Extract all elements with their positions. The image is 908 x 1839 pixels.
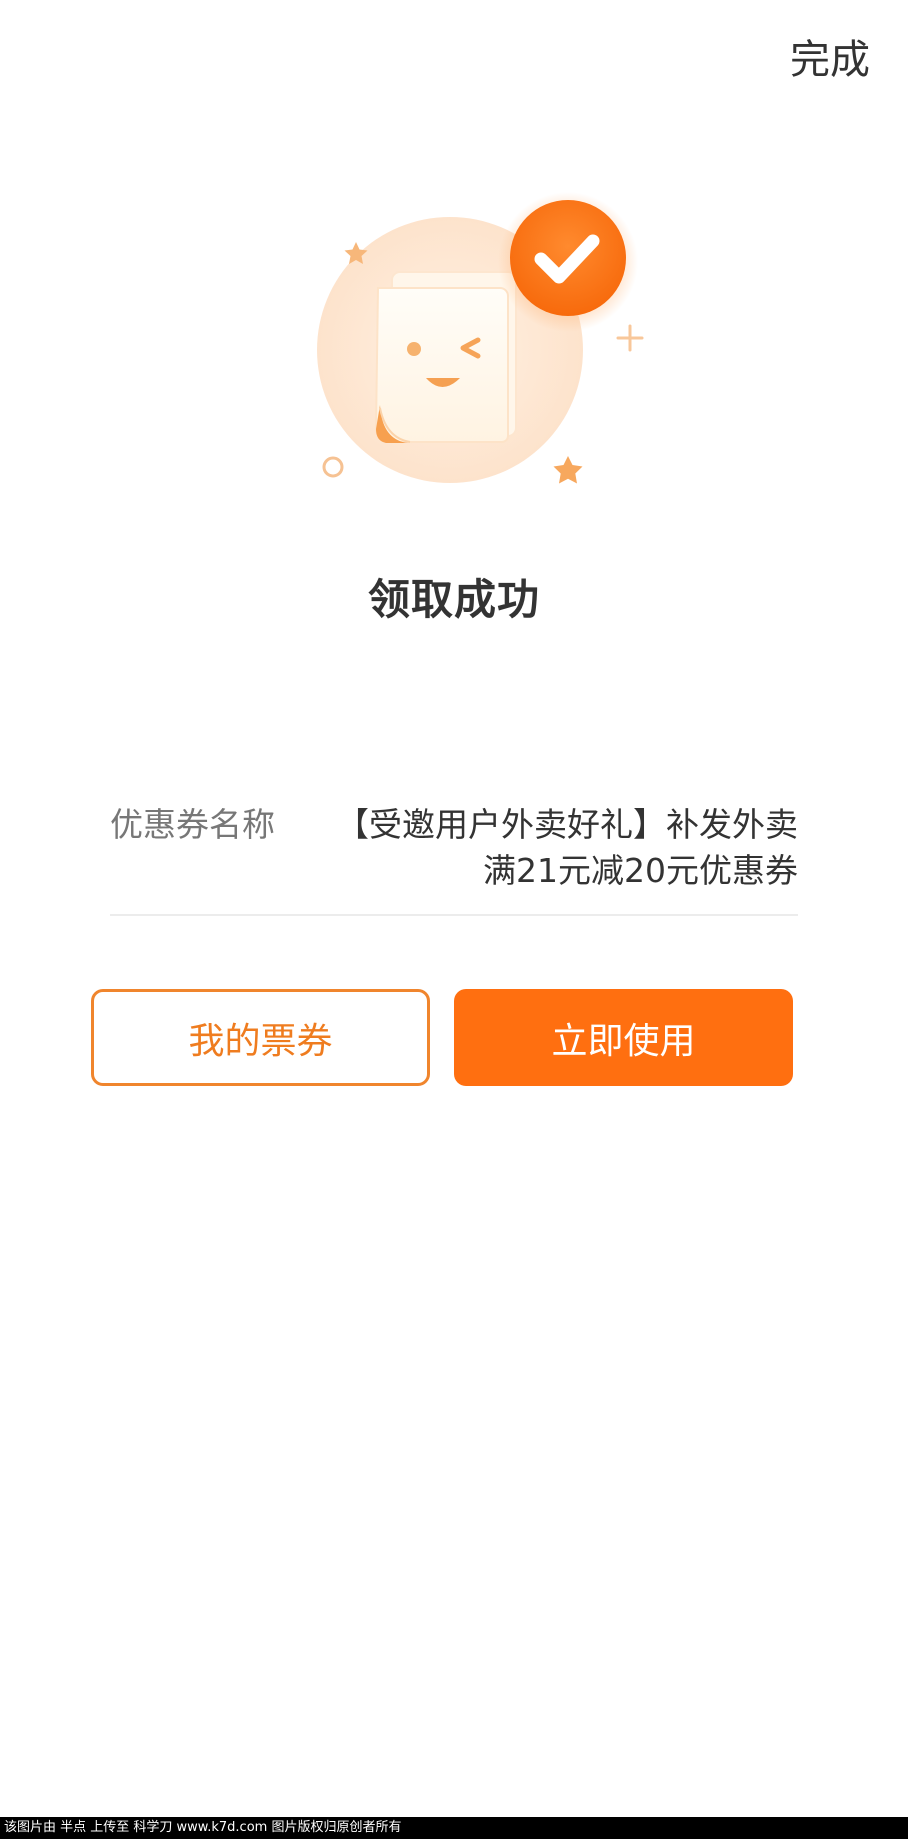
watermark-bar: 该图片由 半点 上传至 科学刀 www.k7d.com 图片版权归原创者所有 bbox=[0, 1817, 908, 1839]
coupon-name-label: 优惠券名称 bbox=[110, 805, 275, 844]
coupon-name-value: 【受邀用户外卖好礼】补发外卖 满21元减20元优惠券 bbox=[328, 802, 798, 894]
eye-left bbox=[407, 342, 421, 356]
my-coupons-label: 我的票券 bbox=[188, 1020, 333, 1062]
success-illustration bbox=[317, 192, 644, 484]
ring-icon bbox=[322, 456, 344, 478]
coupon-name-line1: 【受邀用户外卖好礼】补发外卖 bbox=[336, 805, 798, 844]
plus-icon bbox=[616, 324, 644, 352]
success-title: 领取成功 bbox=[367, 575, 540, 624]
star-icon bbox=[553, 456, 583, 484]
use-now-button[interactable]: 立即使用 bbox=[454, 989, 793, 1086]
ticket-illustration bbox=[374, 287, 509, 443]
check-icon bbox=[510, 200, 626, 316]
watermark-text: 该图片由 半点 上传至 科学刀 www.k7d.com 图片版权归原创者所有 bbox=[4, 1820, 402, 1835]
coupon-name-line2: 满21元减20元优惠券 bbox=[483, 851, 798, 890]
coupon-info-row: 优惠券名称 【受邀用户外卖好礼】补发外卖 满21元减20元优惠券 bbox=[110, 798, 798, 916]
use-now-label: 立即使用 bbox=[551, 1020, 696, 1062]
my-coupons-button[interactable]: 我的票券 bbox=[91, 989, 430, 1086]
